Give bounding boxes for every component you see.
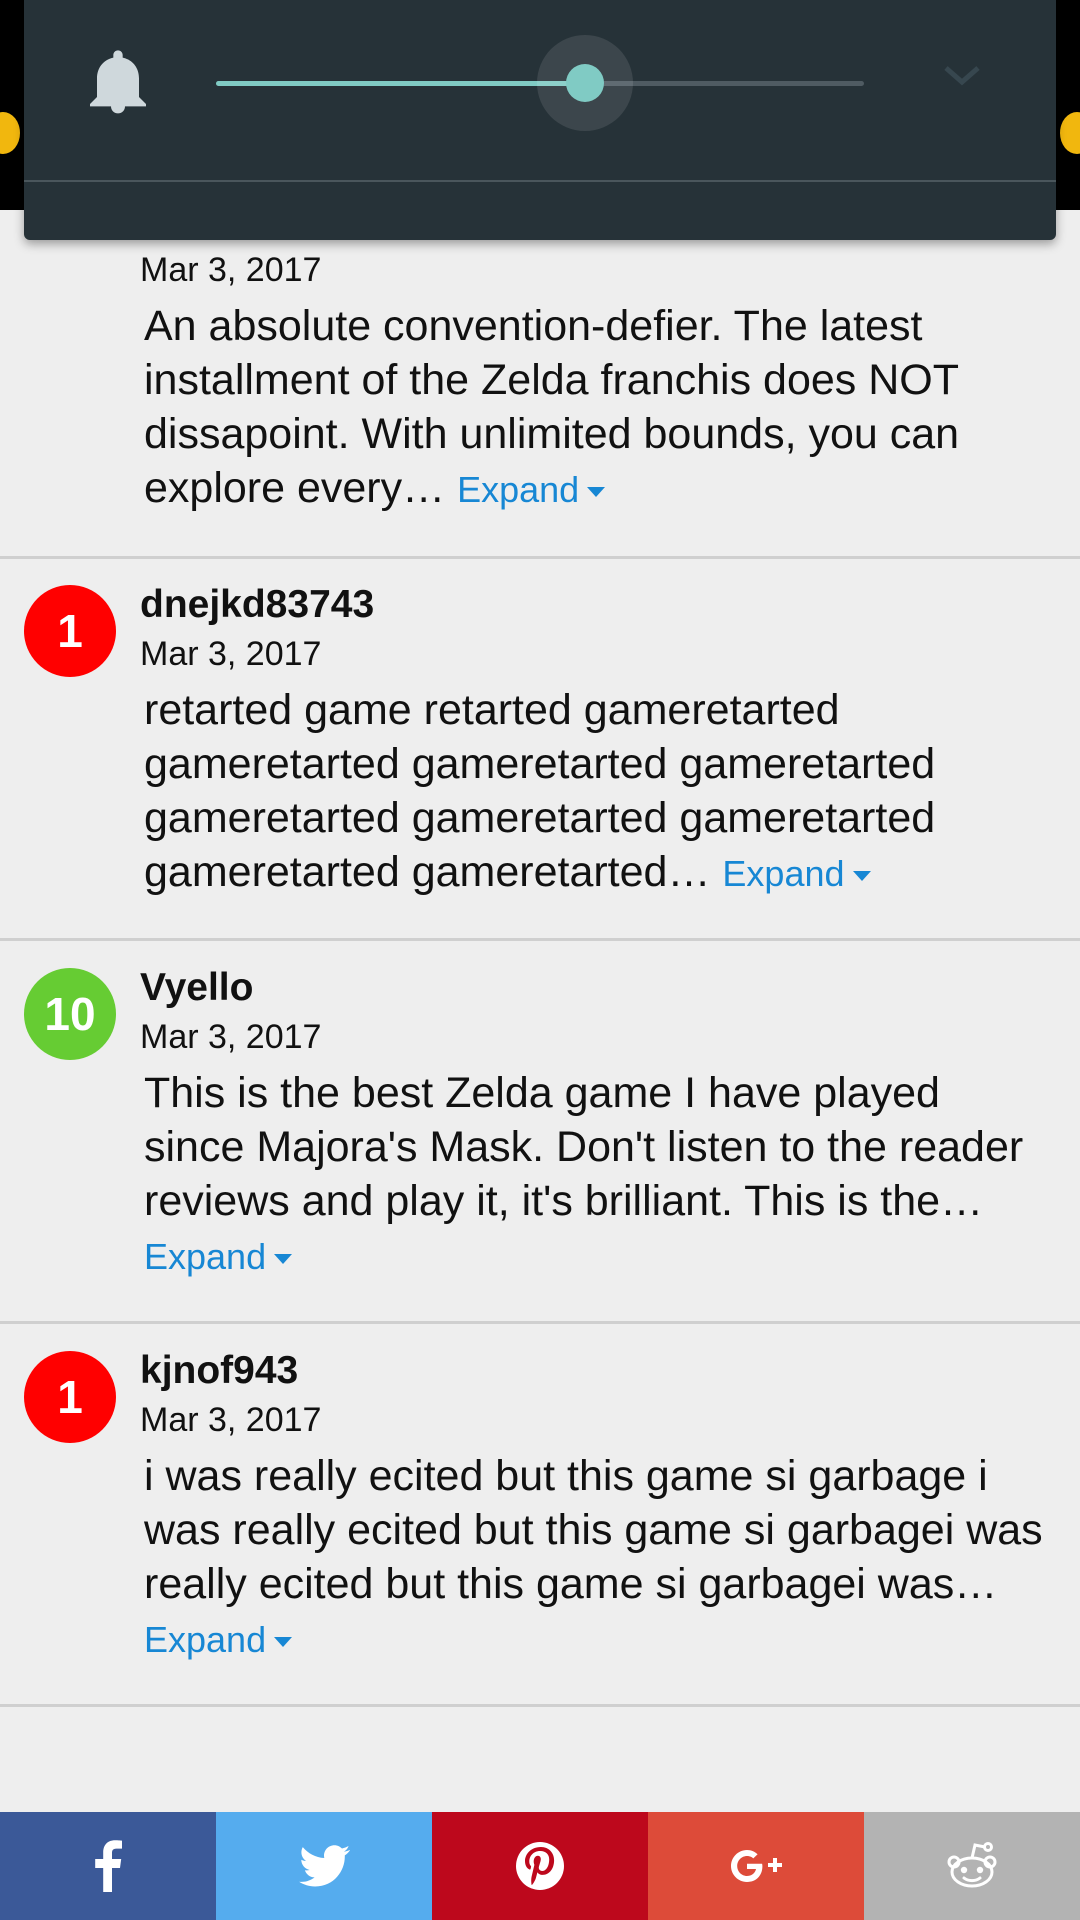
- twitter-icon: [299, 1845, 350, 1887]
- header-accent: [0, 112, 20, 154]
- caret-down-icon: [852, 871, 871, 882]
- twitter-share-button[interactable]: [216, 1812, 432, 1920]
- expand-label: Expand: [457, 469, 580, 510]
- review-text: This is the best Zelda game I have playe…: [144, 1066, 1044, 1284]
- review-item: 10 Vyello Mar 3, 2017 This is the best Z…: [0, 942, 1080, 1324]
- review-date: Mar 3, 2017: [140, 635, 322, 673]
- pinterest-icon: [516, 1842, 564, 1890]
- review-text: An absolute convention-defier. The lates…: [144, 299, 1044, 517]
- google-plus-icon: [731, 1850, 782, 1882]
- divider: [24, 180, 1056, 182]
- bell-icon[interactable]: [90, 50, 146, 116]
- volume-panel: [24, 0, 1056, 240]
- reddit-share-button[interactable]: [864, 1812, 1080, 1920]
- score-badge: 1: [24, 585, 116, 677]
- review-date: Mar 3, 2017: [140, 1018, 322, 1056]
- score-badge: 1: [24, 1351, 116, 1443]
- facebook-icon: [95, 1840, 122, 1892]
- review-text: i was really ecited but this game si gar…: [144, 1449, 1044, 1667]
- google-plus-share-button[interactable]: [648, 1812, 864, 1920]
- volume-slider-fill: [216, 81, 585, 86]
- review-text: retarted game retarted gameretarted game…: [144, 683, 1044, 901]
- pinterest-share-button[interactable]: [432, 1812, 648, 1920]
- reddit-icon: [947, 1842, 997, 1888]
- volume-slider[interactable]: [216, 35, 864, 131]
- score-badge: 10: [24, 968, 116, 1060]
- expand-button[interactable]: Expand: [144, 1619, 293, 1660]
- reviewer-name[interactable]: kjnof943: [140, 1349, 298, 1393]
- expand-button[interactable]: Expand: [457, 469, 606, 510]
- share-bar: [0, 1812, 1080, 1920]
- caret-down-icon: [587, 487, 606, 498]
- review-excerpt: i was really ecited but this game si gar…: [144, 1452, 1043, 1608]
- expand-label: Expand: [722, 853, 845, 894]
- header-accent: [1060, 112, 1080, 154]
- caret-down-icon: [274, 1637, 293, 1648]
- chevron-down-icon[interactable]: [940, 60, 984, 90]
- volume-slider-thumb[interactable]: [566, 64, 604, 102]
- review-item: 1 dnejkd83743 Mar 3, 2017 retarted game …: [0, 559, 1080, 941]
- review-date: Mar 3, 2017: [140, 1401, 322, 1439]
- review-date: Mar 3, 2017: [140, 251, 322, 289]
- expand-label: Expand: [144, 1619, 267, 1660]
- review-excerpt: This is the best Zelda game I have playe…: [144, 1069, 1024, 1225]
- caret-down-icon: [274, 1254, 293, 1265]
- reviewer-name[interactable]: dnejkd83743: [140, 583, 374, 627]
- expand-button[interactable]: Expand: [722, 853, 871, 894]
- expand-button[interactable]: Expand: [144, 1236, 293, 1277]
- expand-label: Expand: [144, 1236, 267, 1277]
- review-item: 1 kjnof943 Mar 3, 2017 i was really ecit…: [0, 1325, 1080, 1707]
- reviewer-name[interactable]: Vyello: [140, 966, 253, 1010]
- facebook-share-button[interactable]: [0, 1812, 216, 1920]
